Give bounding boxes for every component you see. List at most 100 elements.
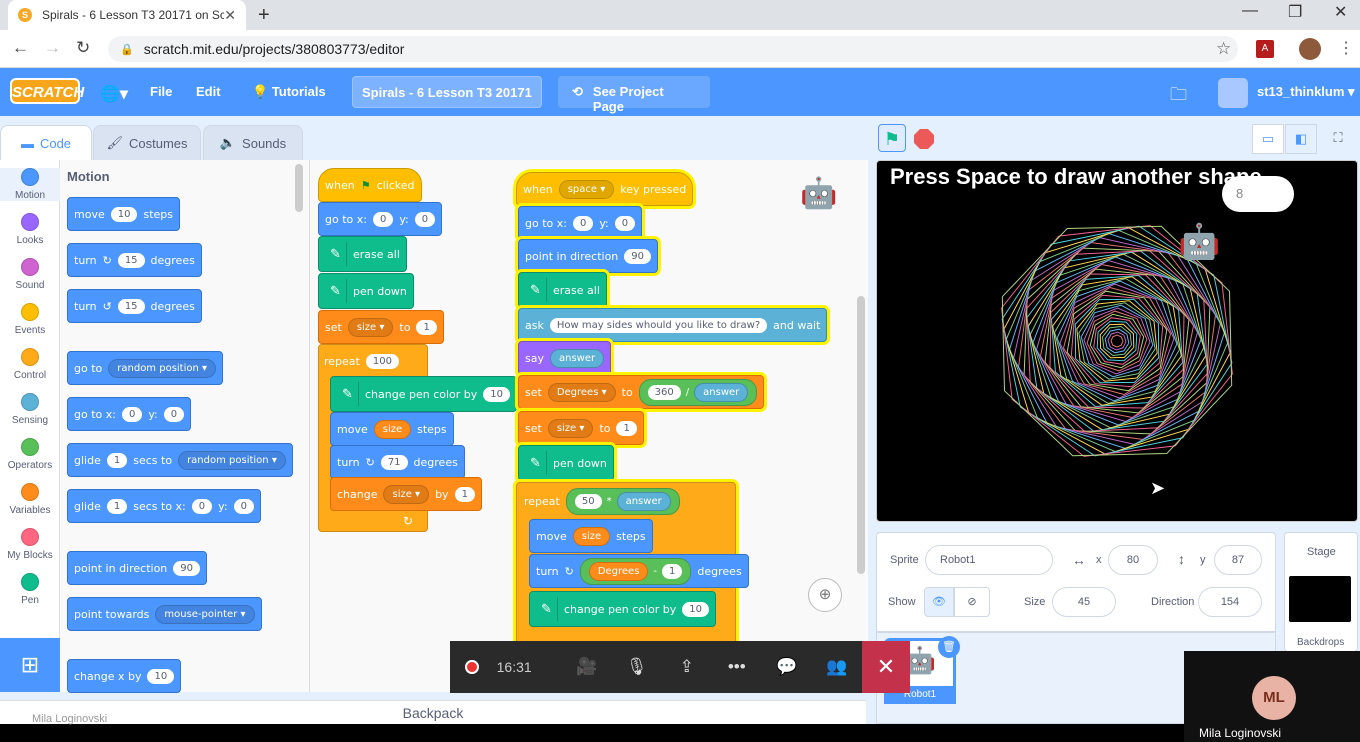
user-avatar[interactable]: [1218, 78, 1248, 108]
input[interactable]: 0: [121, 406, 143, 422]
dropdown[interactable]: mouse-pointer ▾: [155, 604, 255, 624]
forward-icon[interactable]: →: [44, 38, 61, 58]
account-menu[interactable]: st13_thinklum ▾: [1257, 84, 1355, 100]
category-motion[interactable]: Motion: [0, 168, 60, 201]
large-stage-icon[interactable]: ◧: [1285, 124, 1317, 154]
input[interactable]: 1: [454, 486, 475, 502]
palette-move-block[interactable]: move 10 steps: [67, 197, 180, 231]
input[interactable]: 1: [416, 319, 437, 335]
input[interactable]: 1: [616, 420, 637, 436]
tab-code[interactable]: ▬ Code: [0, 125, 92, 160]
change-pen-color-block[interactable]: ✎ change pen color by 10: [330, 376, 518, 412]
erase-all-block[interactable]: ✎ erase all: [318, 236, 407, 272]
category-looks[interactable]: Looks: [0, 213, 60, 246]
size-reporter[interactable]: size: [373, 419, 412, 439]
answer-reporter[interactable]: answer: [616, 491, 671, 511]
set-degrees-block[interactable]: set Degrees ▾ to 360 / answer: [518, 375, 765, 409]
gotoxy-block-2[interactable]: go to x: 0 y: 0: [518, 206, 643, 240]
script-scrollbar[interactable]: [857, 296, 865, 574]
edit-menu[interactable]: Edit: [196, 84, 221, 99]
backpack-bar[interactable]: Backpack: [0, 700, 866, 724]
back-icon[interactable]: ←: [12, 38, 29, 58]
change-pen-color-block-2[interactable]: ✎ change pen color by 10: [529, 591, 717, 627]
dropdown[interactable]: size ▾: [547, 418, 594, 438]
add-extension-button[interactable]: ⊞: [0, 638, 60, 692]
chat-icon[interactable]: 💬: [762, 657, 812, 677]
pen-down-block-2[interactable]: ✎ pen down: [518, 445, 614, 481]
when-key-pressed-block[interactable]: when space ▾ key pressed: [516, 172, 694, 206]
dropdown[interactable]: size ▾: [347, 317, 394, 337]
file-menu[interactable]: File: [150, 84, 172, 99]
palette-point-direction-block[interactable]: point in direction 90: [67, 551, 208, 585]
input[interactable]: 10: [147, 668, 175, 684]
small-stage-icon[interactable]: ▭: [1252, 124, 1284, 154]
tab-costumes[interactable]: 🖌 Costumes: [93, 125, 201, 160]
category-variables[interactable]: Variables: [0, 483, 60, 516]
reload-icon[interactable]: ↻: [76, 38, 90, 58]
input[interactable]: 90: [173, 560, 201, 576]
restore-icon[interactable]: ❐: [1288, 2, 1302, 22]
close-window-icon[interactable]: ✕: [1334, 2, 1347, 22]
stage-canvas[interactable]: [876, 160, 1358, 522]
browser-menu-icon[interactable]: ⋮: [1338, 38, 1354, 58]
dropdown[interactable]: space ▾: [558, 179, 615, 199]
palette-scrollbar[interactable]: [295, 164, 303, 212]
answer-reporter[interactable]: answer: [549, 348, 605, 368]
palette-glide-xy-block[interactable]: glide 1 secs to x: 0 y: 0: [67, 489, 261, 523]
sprite-name-input[interactable]: Robot1: [925, 545, 1053, 575]
input[interactable]: 0: [572, 215, 594, 231]
change-size-block[interactable]: change size ▾ by 1: [330, 477, 482, 511]
tutorials-button[interactable]: 💡 Tutorials: [252, 84, 326, 100]
x-input[interactable]: 80: [1108, 545, 1158, 575]
show-hidden-eye-icon[interactable]: ⊘: [954, 587, 990, 617]
input[interactable]: 71: [380, 454, 408, 470]
end-call-button[interactable]: ✕: [861, 641, 910, 693]
robot-sprite-icon[interactable]: 🤖: [1178, 222, 1220, 262]
set-size-block[interactable]: set size ▾ to 1: [318, 310, 444, 344]
input[interactable]: 1: [662, 563, 683, 579]
input[interactable]: 15: [117, 252, 145, 268]
stage-thumbnail[interactable]: [1289, 576, 1351, 622]
minimize-icon[interactable]: —: [1242, 2, 1258, 20]
input[interactable]: 1: [106, 452, 128, 468]
dropdown[interactable]: Degrees ▾: [547, 382, 616, 402]
gotoxy-block[interactable]: go to x: 0 y: 0: [318, 202, 443, 236]
point-direction-block[interactable]: point in direction 90: [518, 239, 659, 273]
subtract-operator[interactable]: Degrees -1: [579, 557, 692, 585]
erase-all-block-2[interactable]: ✎ erase all: [518, 272, 607, 308]
input[interactable]: 90: [624, 248, 652, 264]
fullscreen-icon[interactable]: ⛶: [1322, 124, 1354, 154]
dropdown[interactable]: random position ▾: [108, 358, 217, 378]
category-my-blocks[interactable]: My Blocks: [0, 528, 60, 561]
input[interactable]: 15: [117, 298, 145, 314]
turn-block[interactable]: turn ↻ 71 degrees: [330, 445, 465, 479]
multiply-operator[interactable]: 50 * answer: [565, 487, 680, 515]
move-size-block-2[interactable]: move size steps: [529, 519, 653, 553]
input[interactable]: 10: [110, 206, 138, 222]
input[interactable]: 0: [414, 211, 436, 227]
scratch-logo[interactable]: SCRATCH: [10, 78, 84, 104]
see-project-page-button[interactable]: ⟲ See Project Page: [558, 76, 710, 114]
green-flag-button[interactable]: ⚑: [878, 124, 906, 152]
input[interactable]: 0: [163, 406, 185, 422]
say-block[interactable]: say answer: [518, 341, 612, 375]
category-events[interactable]: Events: [0, 303, 60, 336]
ask-block[interactable]: ask How may sides whould you like to draw…: [518, 308, 828, 342]
profile-avatar[interactable]: [1299, 38, 1321, 60]
input[interactable]: 50: [574, 493, 602, 509]
browser-tab[interactable]: S Spirals - 6 Lesson T3 20171 on Sc ✕: [8, 0, 246, 30]
turn-degrees-block[interactable]: turn ↻ Degrees -1 degrees: [529, 554, 749, 588]
palette-turn-right-block[interactable]: turn ↻ 15 degrees: [67, 243, 202, 277]
palette-glide-block[interactable]: glide 1 secs to random position ▾: [67, 443, 293, 477]
category-sensing[interactable]: Sensing: [0, 393, 60, 426]
input[interactable]: 10: [483, 386, 511, 402]
pen-down-block[interactable]: ✎ pen down: [318, 273, 414, 309]
degrees-reporter[interactable]: Degrees: [588, 561, 649, 581]
url-field[interactable]: 🔒 scratch.mit.edu/projects/380803773/edi…: [108, 36, 1238, 62]
input[interactable]: 0: [191, 498, 213, 514]
divide-operator[interactable]: 360 / answer: [638, 378, 758, 406]
category-control[interactable]: Control: [0, 348, 60, 381]
input[interactable]: 1: [106, 498, 128, 514]
set-size-block-2[interactable]: set size ▾ to 1: [518, 411, 644, 445]
delete-sprite-icon[interactable]: 🗑: [938, 636, 960, 658]
